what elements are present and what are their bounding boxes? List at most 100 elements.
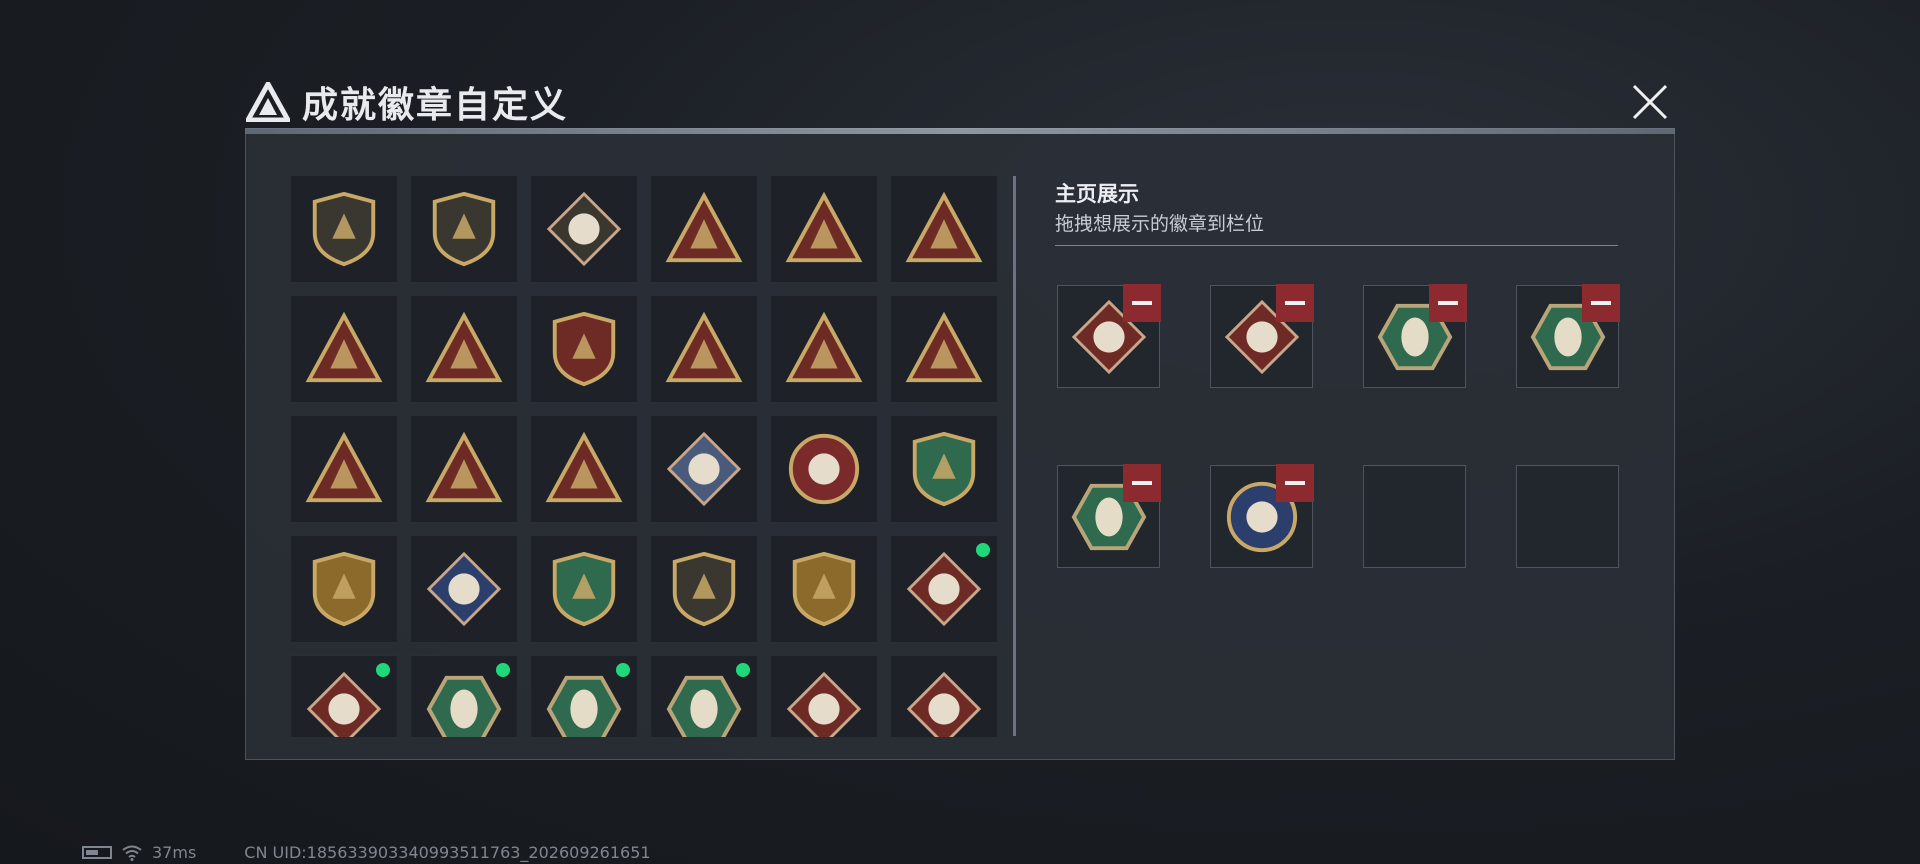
badge-cell[interactable] (410, 655, 518, 737)
showcase-slot[interactable] (1210, 464, 1314, 568)
badge-grid (290, 175, 1010, 737)
s9-drone-triangle-badge-icon (425, 310, 503, 388)
wifi-icon (122, 845, 142, 861)
dark-crosshair-rifle-badge-icon (665, 550, 743, 628)
new-indicator-dot (373, 660, 393, 680)
badge-cell[interactable] (530, 175, 638, 283)
showcase-slots (1057, 284, 1620, 568)
showcase-title: 主页展示 (1055, 182, 1139, 206)
minus-icon (1285, 481, 1305, 485)
badge-cell[interactable] (650, 175, 758, 283)
s6-triangle-badge-icon (905, 190, 983, 268)
badge-cell[interactable] (530, 535, 638, 643)
wasp-hexagon-badge-icon (425, 670, 503, 737)
squad-triangle-badge-icon (425, 430, 503, 508)
showcase-slot[interactable] (1363, 284, 1467, 388)
badge-cell[interactable] (890, 175, 998, 283)
green-star-shield-badge-icon (905, 430, 983, 508)
wasp-triangle-badge-icon (785, 310, 863, 388)
badge-cell[interactable] (410, 535, 518, 643)
new-indicator-dot (733, 660, 753, 680)
badge-cell[interactable] (650, 415, 758, 523)
s8-pack-triangle-badge-icon (305, 310, 383, 388)
badge-cell[interactable] (410, 175, 518, 283)
wolf-diamond-badge-icon (305, 670, 383, 737)
new-indicator-dot (493, 660, 513, 680)
badge-cell[interactable] (890, 415, 998, 523)
shield-logo-badge-icon (305, 190, 383, 268)
showcase-divider (1055, 245, 1618, 246)
badge-cell[interactable] (890, 535, 998, 643)
wasp-hexagon-badge-icon (545, 670, 623, 737)
minus-icon (1132, 481, 1152, 485)
badge-cell[interactable] (650, 655, 758, 737)
green-crosshair-rifle-badge-icon (545, 550, 623, 628)
showcase-slot[interactable] (1516, 284, 1620, 388)
battery-icon (82, 846, 112, 859)
badge-cell[interactable] (290, 535, 398, 643)
badge-cell[interactable] (410, 415, 518, 523)
badge-cell[interactable] (650, 535, 758, 643)
remove-badge-button[interactable] (1123, 284, 1161, 322)
gold-missile-star-badge-icon (785, 550, 863, 628)
diamond-emblem-shield-badge-icon (545, 190, 623, 268)
diamond-crest-badge-icon (425, 550, 503, 628)
badge-cell[interactable] (530, 415, 638, 523)
showcase-subtitle: 拖拽想展示的徽章到栏位 (1055, 213, 1265, 235)
badge-cell[interactable] (770, 415, 878, 523)
badge-cell[interactable] (290, 655, 398, 737)
badge-cell[interactable] (770, 295, 878, 403)
badge-cell[interactable] (770, 535, 878, 643)
red-star-shield-badge-icon (305, 550, 383, 628)
screen: 成就徽章自定义 主页展示 拖拽想展示的徽章到栏位 37ms CN UID:185… (0, 0, 1920, 864)
status-bar: 37ms CN UID:18563390334099351176​3_20260… (82, 843, 651, 862)
badge-cell[interactable] (290, 415, 398, 523)
badge-cell[interactable] (530, 295, 638, 403)
badge-cell[interactable] (770, 655, 878, 737)
remove-badge-button[interactable] (1123, 464, 1161, 502)
badge-cell[interactable] (410, 295, 518, 403)
number-one-triangle-badge-icon (905, 310, 983, 388)
remove-badge-button[interactable] (1276, 464, 1314, 502)
badge-cell[interactable] (530, 655, 638, 737)
badge-cell[interactable] (770, 175, 878, 283)
crossed-rifles-soldier-badge-icon (545, 310, 623, 388)
remove-badge-button[interactable] (1429, 284, 1467, 322)
showcase-slot[interactable] (1057, 464, 1161, 568)
remove-badge-button[interactable] (1582, 284, 1620, 322)
showcase-slot[interactable] (1210, 284, 1314, 388)
badge-cell[interactable] (650, 295, 758, 403)
remove-badge-button[interactable] (1276, 284, 1314, 322)
panel-top-divider (245, 128, 1675, 134)
minus-icon (1591, 301, 1611, 305)
dialog-header: 成就徽章自定义 (246, 76, 568, 128)
badge-scrollbar[interactable] (1013, 176, 1016, 736)
star-compass-medal-badge-icon (785, 430, 863, 508)
number-two-triangle-badge-icon (305, 430, 383, 508)
missile-triangle-badge-icon (545, 430, 623, 508)
minus-icon (1132, 301, 1152, 305)
runner-diamond-badge-icon (905, 670, 983, 737)
hammer-hexagon-badge-icon (665, 670, 743, 737)
boat-triangle-badge-icon (665, 310, 743, 388)
showcase-slot[interactable] (1363, 465, 1466, 568)
dragon-diamond-badge-icon (785, 670, 863, 737)
uid-text: CN UID:18563390334099351176​3_2026092616… (244, 843, 651, 862)
new-indicator-dot (613, 660, 633, 680)
wolf-diamond-badge-icon (905, 550, 983, 628)
s4-tank-triangle-badge-icon (785, 190, 863, 268)
radar-dish-triangle-badge-icon (665, 190, 743, 268)
showcase-slot[interactable] (1057, 284, 1161, 388)
close-icon[interactable] (1626, 78, 1674, 126)
badge-collection (290, 175, 1010, 737)
minus-icon (1285, 301, 1305, 305)
page-title: 成就徽章自定义 (302, 85, 569, 126)
helicopter-shield-badge-icon (425, 190, 503, 268)
new-indicator-dot (973, 540, 993, 560)
rose-diamond-badge-icon (665, 430, 743, 508)
showcase-slot[interactable] (1516, 465, 1619, 568)
badge-cell[interactable] (290, 175, 398, 283)
badge-cell[interactable] (290, 295, 398, 403)
badge-cell[interactable] (890, 655, 998, 737)
badge-cell[interactable] (890, 295, 998, 403)
